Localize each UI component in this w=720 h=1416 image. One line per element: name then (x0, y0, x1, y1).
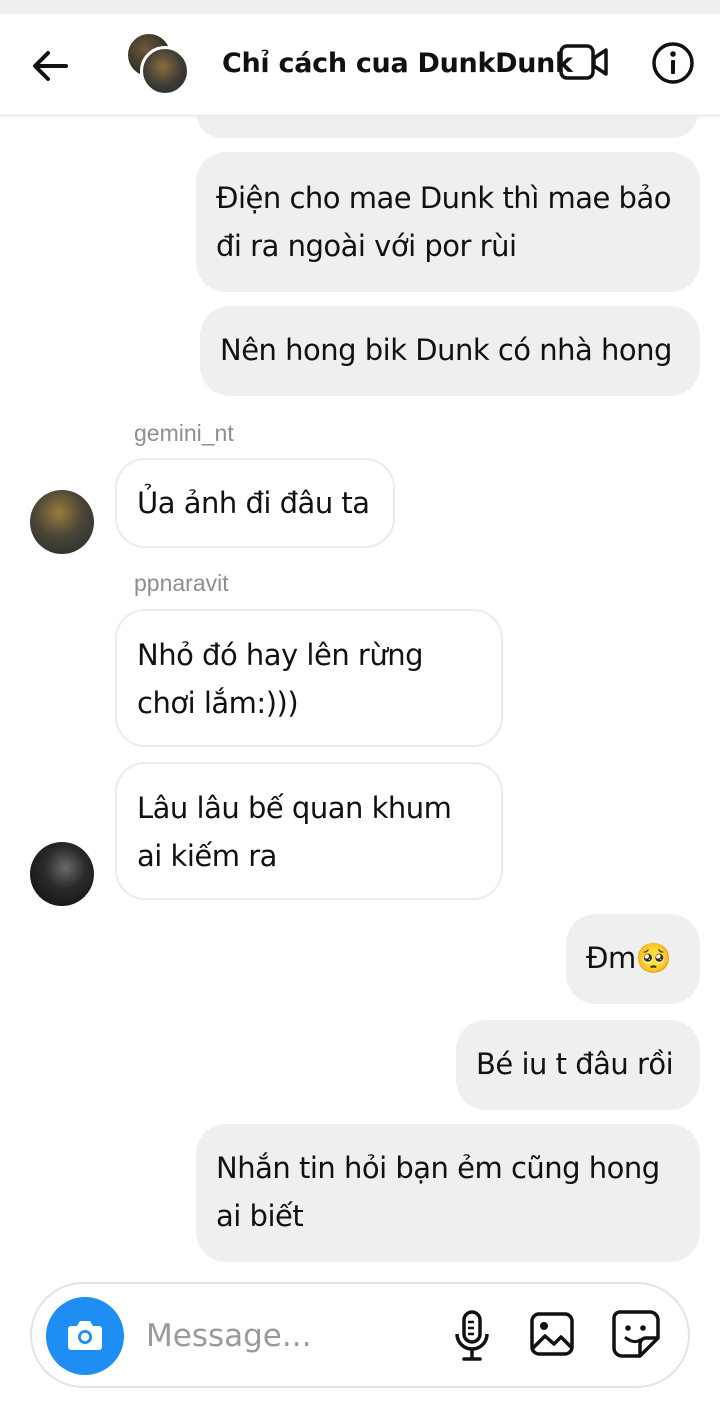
message-bubble-outgoing[interactable]: Điện cho mae Dunk thì mae bảo đi ra ngoà… (196, 152, 700, 292)
message-bubble-outgoing[interactable]: Nhắn tin hỏi bạn ẻm cũng hong ai biết (196, 1124, 700, 1262)
back-button[interactable] (28, 44, 72, 88)
message-text: ai biết (216, 1199, 304, 1233)
message-text: Điện cho mae Dunk thì mae bảo (216, 181, 671, 215)
message-text: Nhỏ đó hay lên rừng (137, 638, 424, 672)
message-bubble-outgoing[interactable] (196, 116, 698, 138)
message-text: Bé iu t đâu rồi (476, 1047, 674, 1081)
voice-message-button[interactable] (452, 1308, 492, 1364)
message-text: Đm🥺 (586, 941, 672, 975)
camera-button[interactable] (46, 1297, 124, 1375)
gallery-button[interactable] (528, 1310, 576, 1358)
image-icon (530, 1312, 574, 1356)
info-icon (652, 42, 694, 84)
arrow-left-icon (33, 51, 68, 81)
video-call-button[interactable] (558, 42, 610, 82)
message-bubble-incoming[interactable]: Lâu lâu bế quan khum ai kiếm ra (115, 762, 503, 900)
sticker-button[interactable] (610, 1308, 662, 1360)
message-bubble-incoming[interactable]: Ủa ảnh đi đâu ta (115, 458, 395, 548)
message-input[interactable] (146, 1310, 436, 1362)
message-bubble-outgoing[interactable]: Đm🥺 (566, 914, 700, 1004)
message-composer (30, 1282, 690, 1388)
video-camera-icon (559, 44, 608, 80)
info-button[interactable] (650, 40, 696, 86)
chat-title[interactable]: Chỉ cách cua DunkDunk (222, 48, 573, 79)
message-bubble-outgoing[interactable]: Bé iu t đâu rồi (456, 1020, 700, 1110)
message-text: đi ra ngoài với por rùi (216, 229, 517, 263)
sender-name: ppnaravit (134, 570, 229, 596)
message-bubble-outgoing[interactable]: Nên hong bik Dunk có nhà hong (200, 306, 700, 396)
sender-name: gemini_nt (134, 420, 234, 446)
message-text: ai kiếm ra (137, 839, 277, 873)
message-text: Nhắn tin hỏi bạn ẻm cũng hong (216, 1151, 660, 1185)
message-text: Nên hong bik Dunk có nhà hong (220, 333, 672, 367)
message-bubble-incoming[interactable]: Nhỏ đó hay lên rừng chơi lắm:))) (115, 609, 503, 747)
sender-avatar[interactable] (30, 490, 94, 554)
message-text: Lâu lâu bế quan khum (137, 791, 452, 825)
chat-header: Chỉ cách cua DunkDunk (0, 14, 720, 116)
microphone-icon (455, 1310, 489, 1361)
member-avatar (140, 46, 190, 96)
sender-avatar[interactable] (30, 842, 94, 906)
message-text: Ủa ảnh đi đâu ta (137, 486, 370, 520)
camera-icon (68, 1321, 102, 1350)
message-text: chơi lắm:))) (137, 686, 299, 720)
group-avatar[interactable] (124, 32, 192, 100)
message-list[interactable]: Điện cho mae Dunk thì mae bảo đi ra ngoà… (0, 116, 720, 1276)
sticker-icon (612, 1310, 660, 1358)
status-bar (0, 0, 720, 14)
